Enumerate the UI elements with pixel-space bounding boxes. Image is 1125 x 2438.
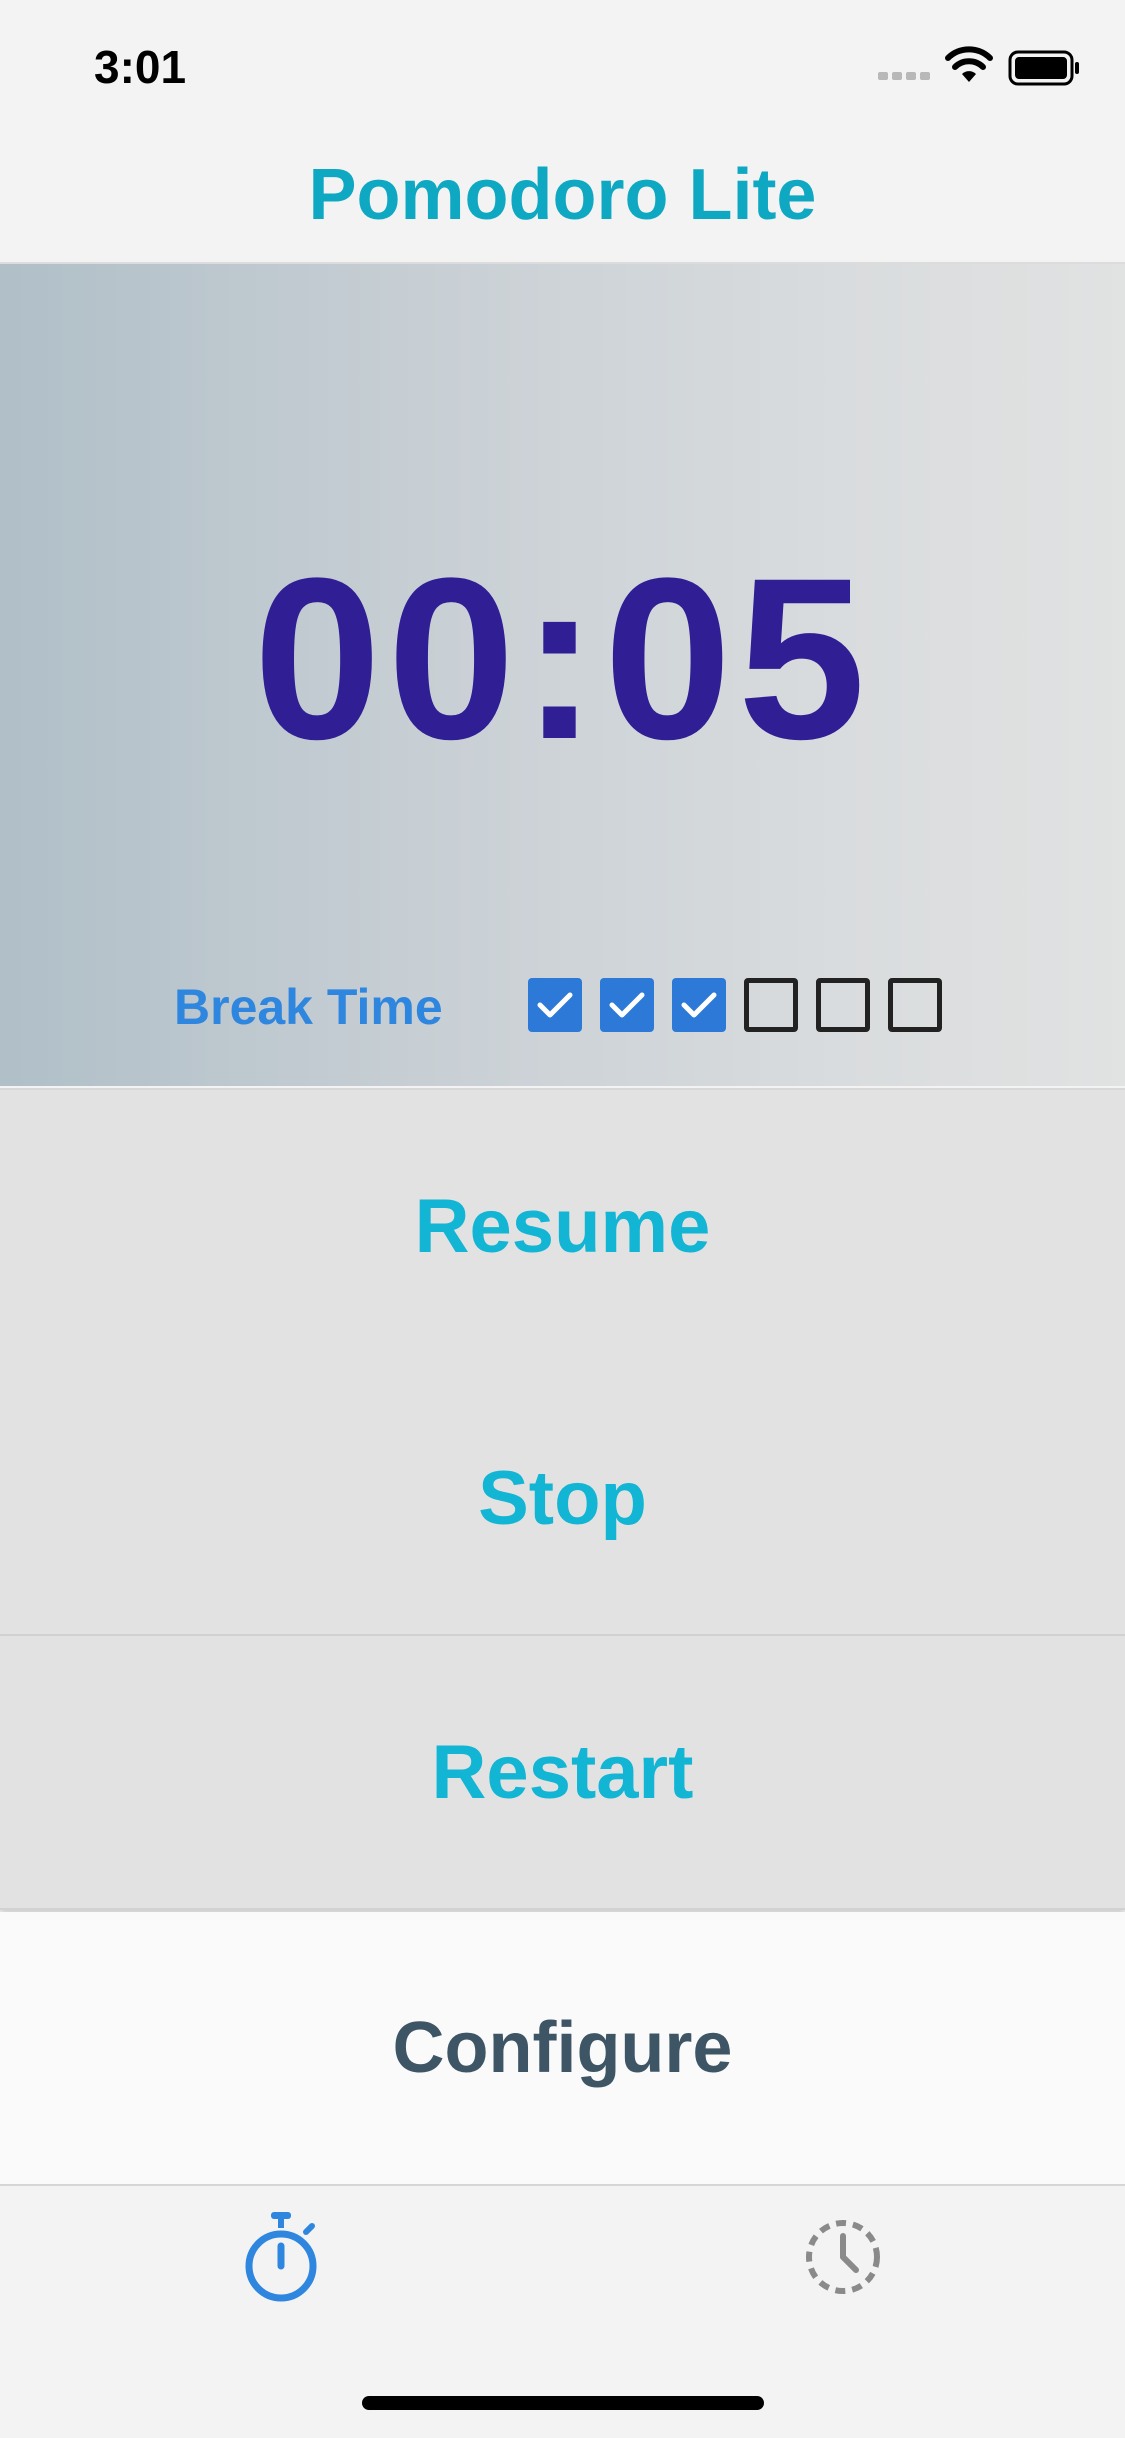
stop-label: Stop	[478, 1455, 647, 1541]
resume-button[interactable]: Resume	[0, 1088, 1125, 1364]
session-checkbox-unchecked	[816, 978, 870, 1032]
tab-history[interactable]	[802, 2212, 884, 2302]
status-bar: 3:01	[0, 0, 1125, 132]
timer-panel: 00:05 Break Time	[0, 264, 1125, 1086]
configure-label: Configure	[392, 2008, 733, 2088]
restart-label: Restart	[431, 1729, 694, 1815]
session-progress	[528, 978, 960, 1032]
status-time: 3:01	[94, 41, 187, 93]
history-clock-icon	[806, 2220, 880, 2294]
battery-icon	[1008, 50, 1079, 86]
checkmark-icon	[681, 992, 717, 1018]
tab-timer[interactable]	[240, 2210, 322, 2306]
page-title: Pomodoro Lite	[308, 155, 817, 235]
cellular-signal-icon	[878, 72, 930, 80]
navigation-bar: Pomodoro Lite	[0, 132, 1125, 264]
session-checkbox-checked	[528, 978, 582, 1032]
checkmark-icon	[537, 992, 573, 1018]
wifi-icon	[945, 46, 993, 82]
session-checkbox-checked	[600, 978, 654, 1032]
mode-label: Break Time	[174, 979, 443, 1035]
restart-button[interactable]: Restart	[0, 1636, 1125, 1910]
session-checkbox-checked	[672, 978, 726, 1032]
session-checkbox-unchecked	[744, 978, 798, 1032]
checkmark-icon	[609, 992, 645, 1018]
configure-button[interactable]: Configure	[0, 1912, 1125, 2184]
home-indicator	[362, 2396, 764, 2410]
stopwatch-icon	[245, 2212, 317, 2302]
session-checkbox-unchecked	[888, 978, 942, 1032]
stop-button[interactable]: Stop	[0, 1362, 1125, 1636]
timer-display: 00:05	[253, 530, 872, 787]
resume-label: Resume	[414, 1183, 711, 1269]
